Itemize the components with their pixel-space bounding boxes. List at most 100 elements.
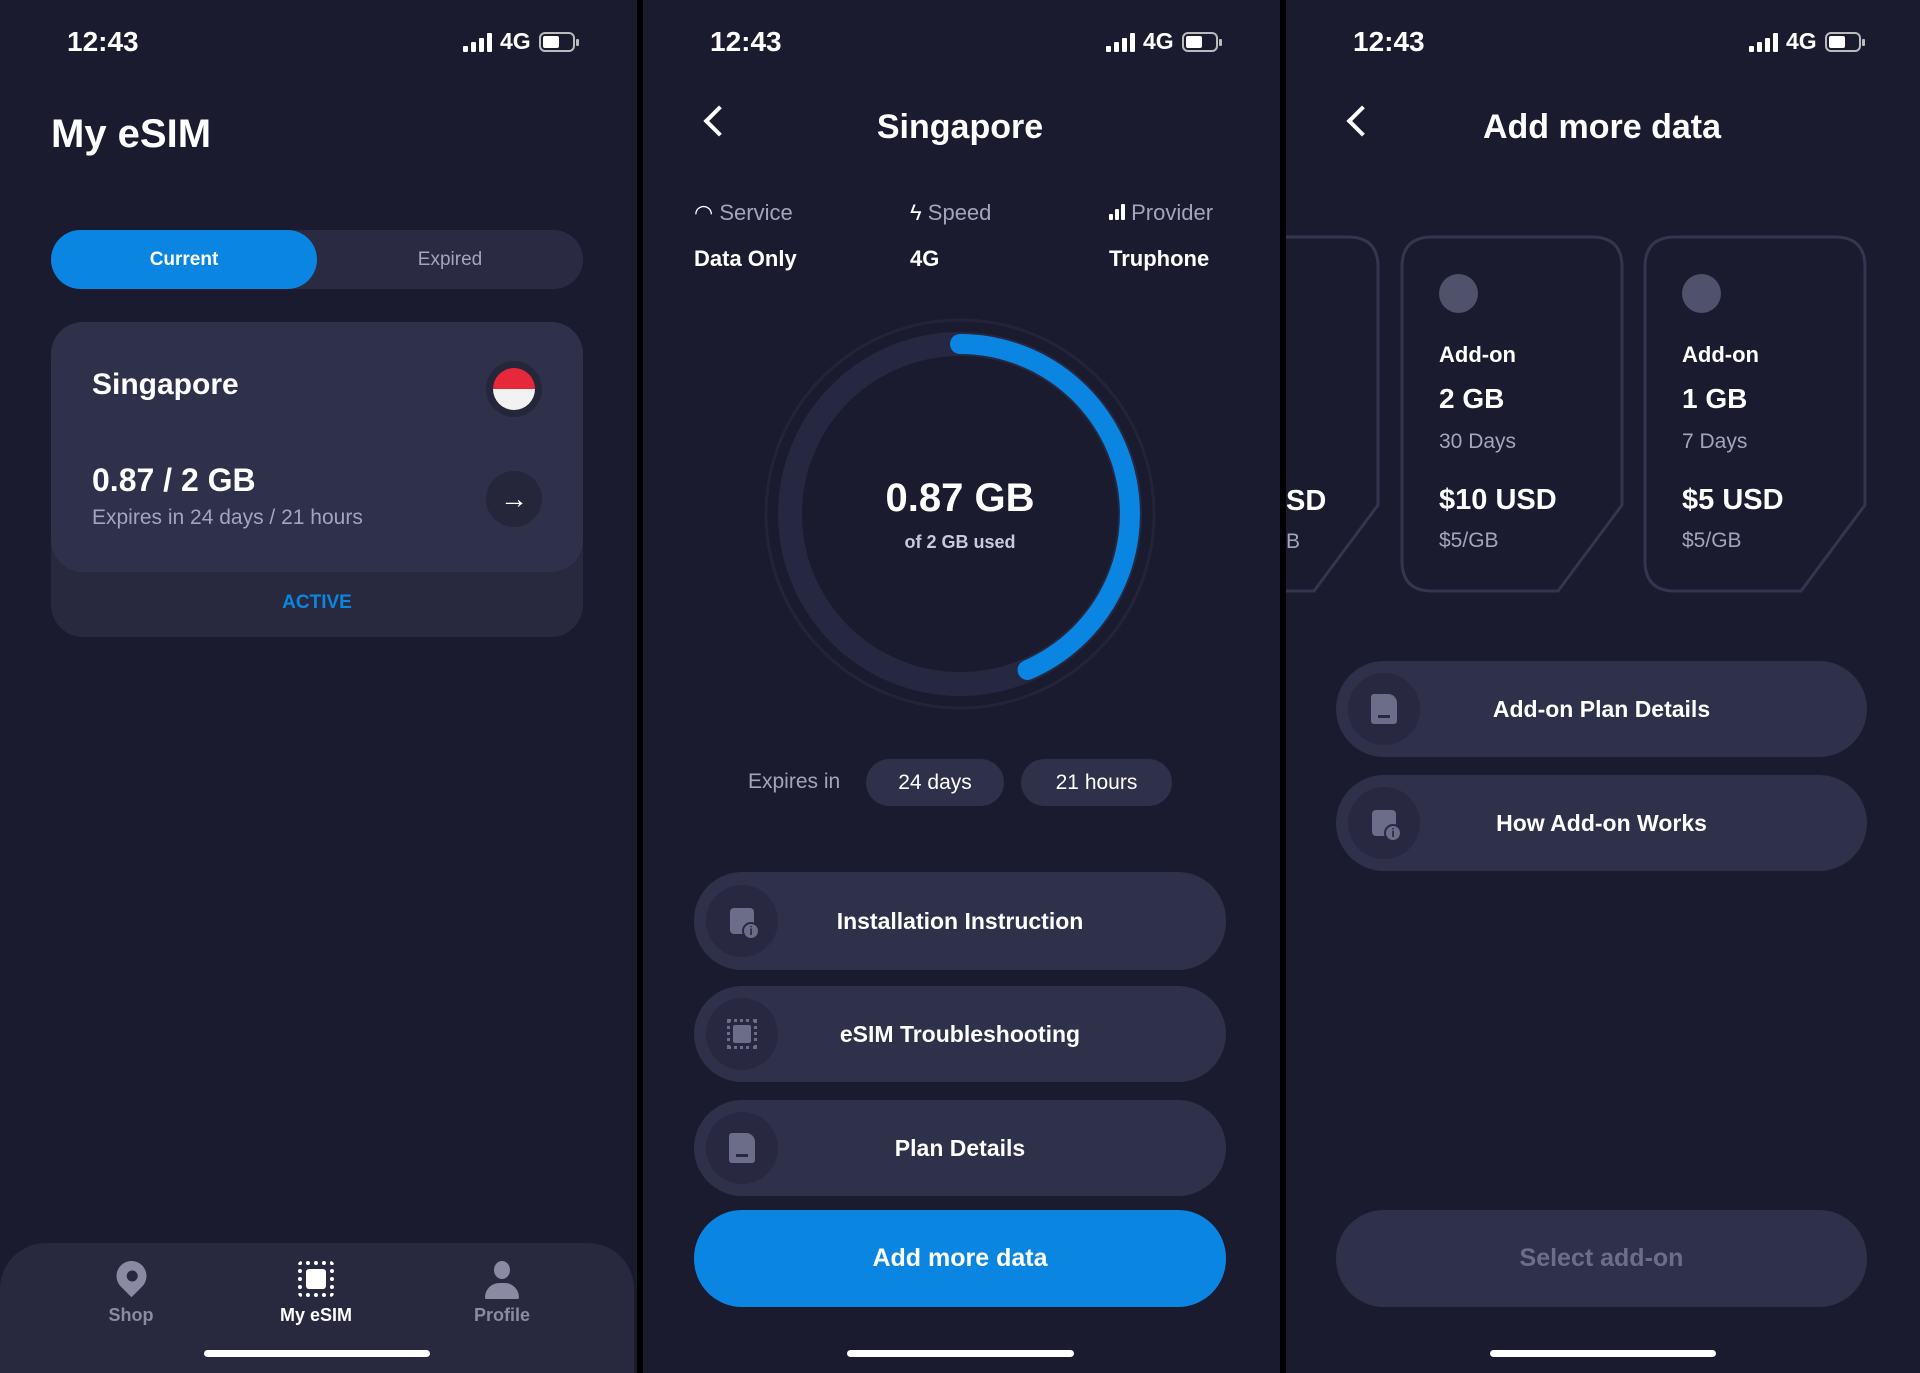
card-type: Add-on (1682, 342, 1759, 367)
wifi-icon: ◠ (694, 200, 714, 225)
battery-icon (1181, 31, 1222, 52)
bolt-icon: ϟ (910, 200, 922, 225)
nav-label: Shop (108, 1305, 154, 1325)
esim-card[interactable]: Singapore 0.87 / 2 GB Expires in 24 days… (51, 322, 583, 637)
expires-hours: 21 hours (1021, 759, 1172, 806)
usage-subtitle: of 2 GB used (904, 532, 1016, 552)
button-label: Add-on Plan Details (1492, 695, 1711, 722)
screen-add-more-data: 12:43 4G Add more data SD B Add-on 2 GB … (1286, 0, 1920, 1373)
nav-shop[interactable]: Shop (108, 1254, 154, 1326)
page-title: Singapore (876, 108, 1044, 146)
tab-switcher: Current Expired (51, 230, 583, 289)
signal-icon (1749, 32, 1778, 52)
info-speed: ϟ Speed 4G (910, 200, 991, 272)
home-indicator (1490, 1350, 1716, 1357)
signal-icon (463, 32, 492, 52)
nav-profile[interactable]: Profile (474, 1261, 530, 1326)
radio-button[interactable] (1682, 274, 1721, 313)
chip-icon (298, 1261, 334, 1297)
card-size: 2 GB (1439, 383, 1505, 414)
how-addon-works-button[interactable]: i How Add-on Works (1336, 775, 1867, 871)
installation-instruction-button[interactable]: i Installation Instruction (694, 872, 1226, 970)
card-per-gb: $5/GB (1682, 529, 1742, 552)
addon-plan-details-button[interactable]: Add-on Plan Details (1336, 661, 1867, 757)
info-provider: Provider Truphone (1109, 200, 1213, 272)
expires-label: Expires in (748, 770, 841, 793)
network-type: 4G (1143, 28, 1174, 54)
card-price: SD (1286, 485, 1327, 517)
network-type: 4G (500, 28, 531, 54)
card-per-gb: B (1286, 530, 1301, 553)
card-price: $10 USD (1439, 484, 1557, 516)
page-title: Add more data (1482, 108, 1722, 146)
addon-card-partial[interactable]: SD B (1286, 235, 1380, 593)
add-more-data-button[interactable]: Add more data (694, 1210, 1226, 1307)
card-outline (1400, 235, 1624, 593)
map-pin-icon (109, 1254, 153, 1298)
person-icon (483, 1261, 521, 1299)
info-label: Provider (1131, 200, 1214, 225)
info-value: Truphone (1109, 246, 1210, 271)
chip-icon (706, 998, 778, 1070)
nav-label: Profile (473, 1305, 531, 1325)
esim-troubleshooting-button[interactable]: eSIM Troubleshooting (694, 986, 1226, 1082)
card-size: 1 GB (1682, 383, 1748, 414)
info-value: 4G (910, 246, 940, 271)
info-label: Speed (927, 200, 992, 225)
status-icons: 4G (1749, 28, 1865, 55)
select-addon-button[interactable]: Select add-on (1336, 1210, 1867, 1307)
status-time: 12:43 (67, 26, 139, 57)
screen-esim-detail: 12:43 4G Singapore ◠ Service Data Only ϟ… (643, 0, 1280, 1373)
network-type: 4G (1786, 28, 1817, 54)
button-label: Installation Instruction (836, 907, 1084, 934)
card-duration: 30 Days (1439, 430, 1517, 453)
tab-expired[interactable]: Expired (317, 230, 583, 289)
card-type: Add-on (1439, 342, 1516, 367)
page-title: My eSIM (51, 112, 212, 156)
document-icon (1348, 673, 1420, 745)
info-service: ◠ Service Data Only (694, 200, 797, 272)
status-icons: 4G (463, 28, 579, 55)
document-info-icon: i (706, 885, 778, 957)
card-price: $5 USD (1682, 484, 1784, 516)
back-icon[interactable] (703, 105, 735, 137)
button-label: eSIM Troubleshooting (839, 1020, 1081, 1047)
card-outline (1643, 235, 1867, 593)
info-label: Service (719, 200, 793, 225)
battery-icon (1824, 31, 1865, 52)
singapore-flag-icon (486, 361, 542, 417)
home-indicator (204, 1350, 430, 1357)
nav-label: My eSIM (279, 1305, 353, 1325)
signal-icon (1109, 204, 1125, 220)
expires-days: 24 days (866, 759, 1004, 806)
signal-icon (1106, 32, 1135, 52)
document-info-icon: i (1348, 787, 1420, 859)
status-badge: ACTIVE (282, 592, 352, 613)
card-country: Singapore (92, 368, 239, 401)
back-icon[interactable] (1346, 105, 1378, 137)
status-icons: 4G (1106, 28, 1222, 55)
radio-button[interactable] (1439, 274, 1478, 313)
arrow-right-icon[interactable]: → (486, 471, 542, 527)
card-usage: 0.87 / 2 GB (92, 462, 256, 498)
home-indicator (847, 1350, 1074, 1357)
addon-card-2gb[interactable]: Add-on 2 GB 30 Days $10 USD $5/GB (1400, 235, 1624, 593)
document-icon (706, 1112, 778, 1184)
card-duration: 7 Days (1682, 430, 1748, 453)
esim-card-body: Singapore 0.87 / 2 GB Expires in 24 days… (51, 322, 583, 572)
usage-amount: 0.87 GB (885, 476, 1035, 520)
tab-current[interactable]: Current (51, 230, 317, 289)
battery-icon (538, 31, 579, 52)
card-outline (1286, 235, 1380, 593)
status-time: 12:43 (710, 26, 782, 57)
button-label: Plan Details (894, 1134, 1026, 1161)
status-time: 12:43 (1353, 26, 1425, 57)
card-per-gb: $5/GB (1439, 529, 1499, 552)
screen-my-esim: 12:43 4G My eSIM Current Expired Singapo… (0, 0, 637, 1373)
addon-card-1gb[interactable]: Add-on 1 GB 7 Days $5 USD $5/GB (1643, 235, 1867, 593)
nav-my-esim[interactable]: My eSIM (280, 1261, 352, 1326)
info-value: Data Only (694, 246, 797, 271)
card-expiry: Expires in 24 days / 21 hours (92, 506, 363, 529)
button-label: How Add-on Works (1496, 809, 1707, 836)
plan-details-button[interactable]: Plan Details (694, 1100, 1226, 1196)
